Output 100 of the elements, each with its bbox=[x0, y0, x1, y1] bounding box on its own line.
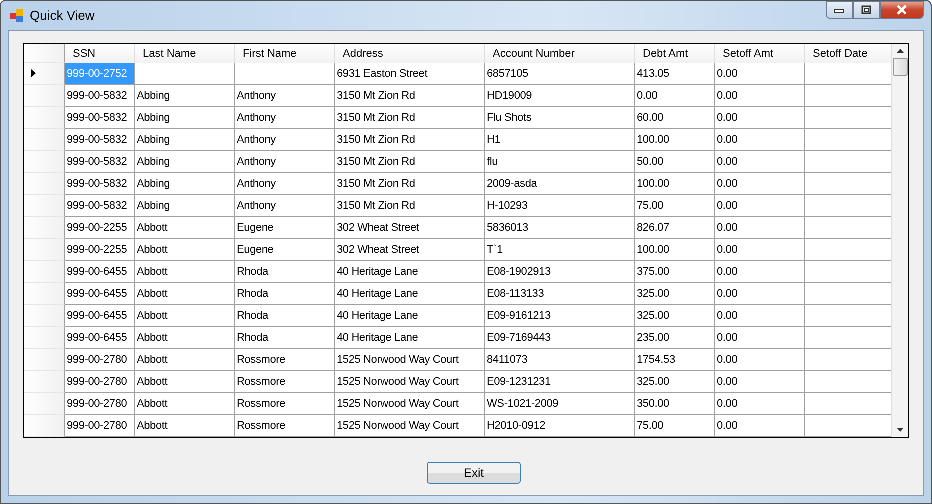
scroll-up-icon[interactable] bbox=[896, 49, 904, 53]
column-header[interactable]: Address bbox=[335, 44, 485, 63]
table-cell: 999-00-6455 bbox=[65, 283, 135, 305]
table-cell: WS-1021-2009 bbox=[485, 393, 635, 415]
table-cell: Abbing bbox=[135, 195, 235, 217]
table-cell: Abbott bbox=[135, 305, 235, 327]
table-cell: 999-00-5832 bbox=[65, 195, 135, 217]
table-cell: 0.00 bbox=[715, 239, 805, 261]
row-header[interactable] bbox=[24, 63, 65, 85]
table-cell: 999-00-2255 bbox=[65, 239, 135, 261]
maximize-button[interactable] bbox=[853, 1, 880, 19]
column-header[interactable]: Debt Amt bbox=[635, 44, 715, 63]
table-cell: 999-00-2780 bbox=[65, 349, 135, 371]
table-cell: 999-00-2255 bbox=[65, 217, 135, 239]
table-cell: 0.00 bbox=[715, 107, 805, 129]
table-cell: 0.00 bbox=[715, 393, 805, 415]
table-cell: 40 Heritage Lane bbox=[335, 305, 485, 327]
table-cell: 999-00-5832 bbox=[65, 129, 135, 151]
scroll-down-icon[interactable] bbox=[896, 428, 904, 432]
table-cell: 0.00 bbox=[715, 261, 805, 283]
table-cell: 1525 Norwood Way Court bbox=[335, 371, 485, 393]
table-cell: Flu Shots bbox=[485, 107, 635, 129]
table-cell: Rossmore bbox=[235, 415, 335, 437]
current-row-icon bbox=[31, 69, 36, 78]
table-cell: Abbott bbox=[135, 327, 235, 349]
table-cell: Anthony bbox=[235, 129, 335, 151]
table-cell: 40 Heritage Lane bbox=[335, 261, 485, 283]
table-cell: 100.00 bbox=[635, 239, 715, 261]
table-cell: 0.00 bbox=[715, 85, 805, 107]
table-cell: 1754.53 bbox=[635, 349, 715, 371]
table-cell: 302 Wheat Street bbox=[335, 239, 485, 261]
table-cell: 302 Wheat Street bbox=[335, 217, 485, 239]
table-cell: 8411073 bbox=[485, 349, 635, 371]
table-cell: E09-7169443 bbox=[485, 327, 635, 349]
close-icon bbox=[896, 5, 908, 15]
table-cell: 0.00 bbox=[715, 415, 805, 437]
table-cell: 100.00 bbox=[635, 129, 715, 151]
vertical-scrollbar[interactable] bbox=[891, 44, 908, 437]
table-cell: 6931 Easton Street bbox=[335, 63, 485, 85]
table-cell: E08-113133 bbox=[485, 283, 635, 305]
table-cell: Anthony bbox=[235, 173, 335, 195]
table-cell: Abbott bbox=[135, 371, 235, 393]
table-cell: 3150 Mt Zion Rd bbox=[335, 129, 485, 151]
close-button[interactable] bbox=[880, 1, 924, 19]
table-cell: 100.00 bbox=[635, 173, 715, 195]
table-cell: Abbott bbox=[135, 283, 235, 305]
table-cell: 40 Heritage Lane bbox=[335, 327, 485, 349]
column-header[interactable]: Account Number bbox=[485, 44, 635, 63]
table-cell: 999-00-5832 bbox=[65, 107, 135, 129]
column-header[interactable]: Last Name bbox=[135, 44, 235, 63]
table-cell: 0.00 bbox=[715, 173, 805, 195]
table-cell: Abbing bbox=[135, 151, 235, 173]
table-cell: 325.00 bbox=[635, 283, 715, 305]
table-cell: 999-00-2780 bbox=[65, 415, 135, 437]
table-cell: Abbott bbox=[135, 349, 235, 371]
table-cell: Abbing bbox=[135, 85, 235, 107]
table-cell: 826.07 bbox=[635, 217, 715, 239]
table-cell: Rossmore bbox=[235, 349, 335, 371]
table-cell: 3150 Mt Zion Rd bbox=[335, 173, 485, 195]
table-cell: 999-00-6455 bbox=[65, 305, 135, 327]
column-header[interactable]: SSN bbox=[65, 44, 135, 63]
table-cell: 1525 Norwood Way Court bbox=[335, 349, 485, 371]
column-header[interactable]: Setoff Amt bbox=[715, 44, 805, 63]
table-cell: flu bbox=[485, 151, 635, 173]
table-cell: 999-00-2780 bbox=[65, 393, 135, 415]
table-cell: 999-00-5832 bbox=[65, 85, 135, 107]
table-cell: 375.00 bbox=[635, 261, 715, 283]
table-cell: 60.00 bbox=[635, 107, 715, 129]
table-cell: 75.00 bbox=[635, 195, 715, 217]
table-cell: 999-00-5832 bbox=[65, 151, 135, 173]
exit-button[interactable]: Exit bbox=[427, 462, 521, 484]
minimize-button[interactable] bbox=[826, 1, 853, 19]
column-header[interactable]: First Name bbox=[235, 44, 335, 63]
table-cell: 3150 Mt Zion Rd bbox=[335, 85, 485, 107]
corner-header bbox=[24, 44, 65, 63]
table-cell: 0.00 bbox=[715, 283, 805, 305]
table-cell: 999-00-5832 bbox=[65, 173, 135, 195]
table-cell: 50.00 bbox=[635, 151, 715, 173]
table-cell: 0.00 bbox=[715, 195, 805, 217]
window-title: Quick View bbox=[30, 8, 95, 23]
table-cell: Anthony bbox=[235, 85, 335, 107]
table-cell: 3150 Mt Zion Rd bbox=[335, 195, 485, 217]
table-cell: 0.00 bbox=[715, 151, 805, 173]
table-cell: 0.00 bbox=[715, 327, 805, 349]
table-cell: 350.00 bbox=[635, 393, 715, 415]
table-cell: HD19009 bbox=[485, 85, 635, 107]
table-cell: 0.00 bbox=[715, 217, 805, 239]
table-cell: Abbing bbox=[135, 129, 235, 151]
table-cell: Abbing bbox=[135, 107, 235, 129]
table-cell: E09-9161213 bbox=[485, 305, 635, 327]
table-cell: 3150 Mt Zion Rd bbox=[335, 151, 485, 173]
table-cell: Rossmore bbox=[235, 393, 335, 415]
scroll-thumb[interactable] bbox=[892, 58, 908, 76]
table-cell: Abbott bbox=[135, 415, 235, 437]
table-cell: 0.00 bbox=[715, 129, 805, 151]
table-cell: H-10293 bbox=[485, 195, 635, 217]
table-cell: H2010-0912 bbox=[485, 415, 635, 437]
table-cell: 2009-asda bbox=[485, 173, 635, 195]
table-cell: Abbott bbox=[135, 217, 235, 239]
table-cell: 0.00 bbox=[715, 63, 805, 85]
